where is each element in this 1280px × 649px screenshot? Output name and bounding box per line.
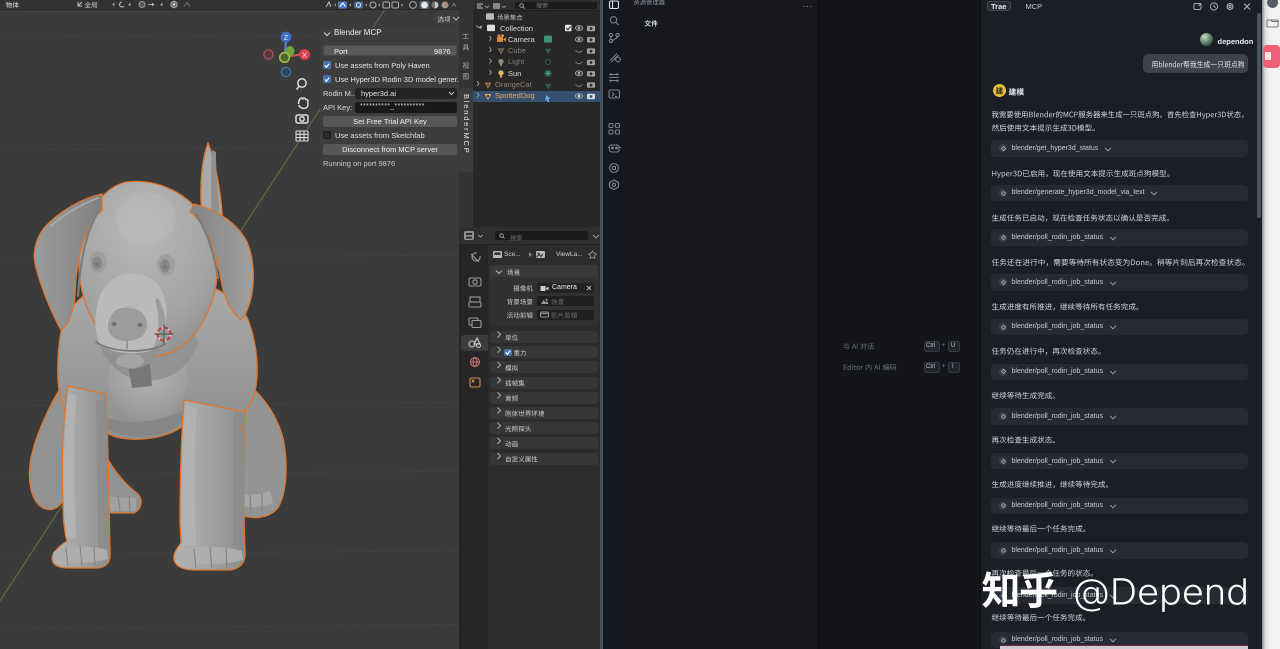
svg-text:X: X	[302, 50, 307, 59]
svg-text:Z: Z	[284, 33, 289, 42]
